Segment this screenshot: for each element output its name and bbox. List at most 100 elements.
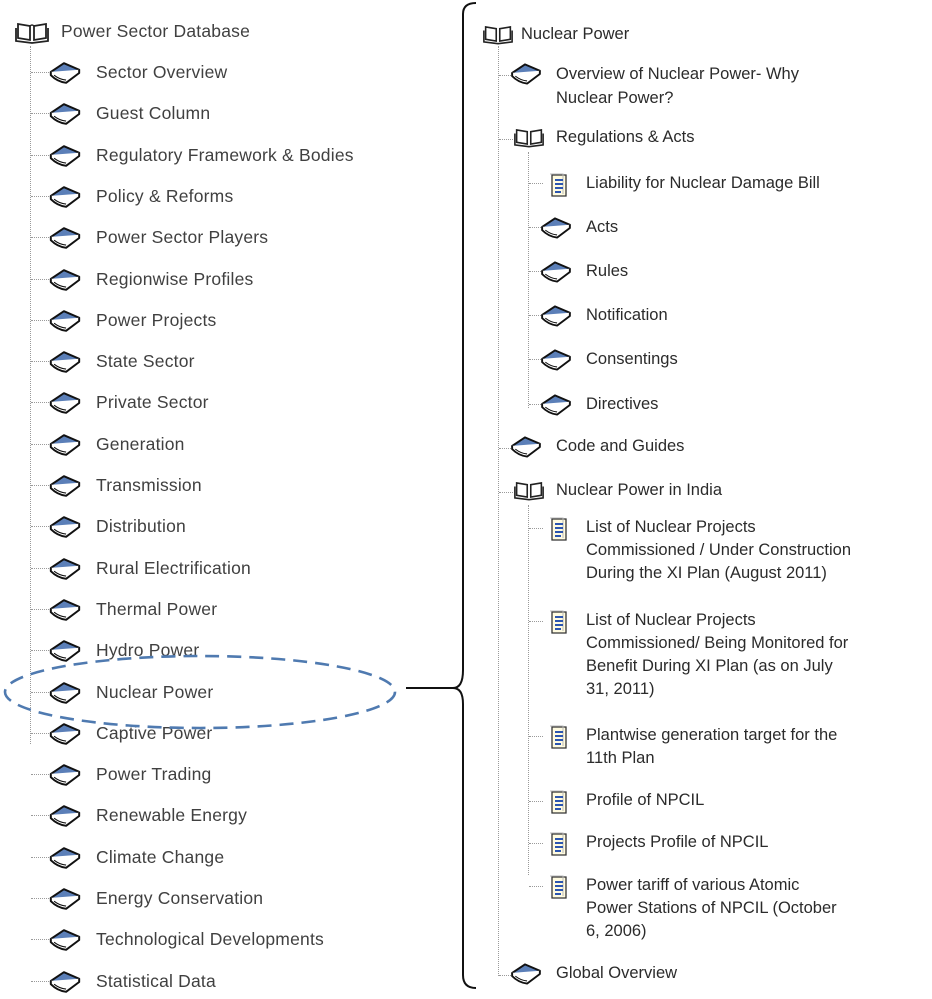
left-root-label: Power Sector Database (61, 21, 251, 41)
left-item-label: Power Projects (96, 309, 217, 330)
tree-connector-branch (529, 736, 543, 737)
left-item-label: Thermal Power (96, 598, 218, 619)
india-doc[interactable]: Profile of NPCIL (548, 789, 704, 820)
tree-connector-branch (499, 139, 513, 140)
india-doc[interactable]: List of Nuclear Projects Commissioned/ Be… (548, 609, 848, 701)
book-icon (48, 557, 82, 586)
left-item[interactable]: Rural Electrification (48, 557, 251, 586)
document-icon (548, 874, 570, 905)
highlight-ellipse (3, 654, 397, 730)
left-item[interactable]: Regionwise Profiles (48, 268, 253, 297)
left-item[interactable]: Power Trading (48, 763, 211, 792)
overview-item-line: Overview of Nuclear Power- Why (556, 65, 799, 83)
india-doc-text: Plantwise generation target for the 11th … (586, 724, 837, 770)
india-doc[interactable]: List of Nuclear Projects Commissioned / U… (548, 516, 851, 585)
left-item[interactable]: Distribution (48, 515, 186, 544)
left-item[interactable]: Guest Column (48, 102, 210, 131)
book-icon (510, 435, 542, 464)
regulation-item[interactable]: Acts (540, 216, 618, 245)
book-icon (510, 62, 542, 91)
india-doc[interactable]: Plantwise generation target for the 11th … (548, 724, 837, 770)
left-root[interactable]: Power Sector Database (15, 20, 250, 49)
regulation-item[interactable]: Rules (540, 260, 628, 289)
left-item[interactable]: State Sector (48, 350, 195, 379)
regulation-item[interactable]: Directives (540, 393, 658, 422)
left-item-label: Sector Overview (96, 62, 228, 82)
india-doc-line: Power Stations of NPCIL (October (586, 899, 837, 917)
india-connector (528, 505, 529, 875)
left-item[interactable]: Climate Change (48, 846, 224, 875)
left-item-label: Regionwise Profiles (96, 268, 254, 289)
document-icon (548, 789, 570, 820)
tree-connector-branch (31, 278, 49, 280)
code-guides-item[interactable]: Code and Guides (510, 435, 684, 464)
tree-connector-branch (529, 886, 543, 887)
india-doc-text: Profile of NPCIL (586, 789, 704, 812)
global-overview-item[interactable]: Global Overview (510, 962, 677, 991)
tree-connector-branch (529, 183, 543, 184)
regulation-item-label: Notification (586, 306, 668, 324)
india-doc-text: Projects Profile of NPCIL (586, 831, 768, 854)
book-icon (48, 350, 82, 379)
india-doc[interactable]: Power tariff of various Atomic Power Stat… (548, 874, 837, 943)
india-folder[interactable]: Nuclear Power in India (514, 479, 722, 506)
india-doc-line: Projects Profile of NPCIL (586, 833, 769, 851)
left-item[interactable]: Technological Developments (48, 928, 324, 957)
left-item[interactable]: Power Projects (48, 309, 216, 338)
left-item-label: Transmission (96, 475, 202, 495)
left-item[interactable]: Policy & Reforms (48, 185, 233, 214)
tree-connector-branch (31, 237, 49, 239)
left-item[interactable]: Private Sector (48, 391, 209, 420)
regulation-item-label: Liability for Nuclear Damage Bill (586, 174, 820, 192)
india-doc-line: Commissioned/ Being Monitored for (586, 634, 849, 652)
book-icon (48, 61, 82, 90)
book-icon (540, 393, 572, 422)
left-item[interactable]: Transmission (48, 474, 202, 503)
left-item-label: Distribution (96, 516, 186, 537)
left-item-label: Private Sector (96, 392, 209, 413)
book-icon (48, 887, 82, 916)
global-overview-item-label: Global Overview (556, 964, 678, 982)
india-doc-line: 31, 2011) (586, 680, 655, 698)
left-item[interactable]: Generation (48, 433, 185, 462)
right-root[interactable]: Nuclear Power (483, 23, 629, 50)
india-doc-line: Commissioned / Under Construction (586, 541, 852, 559)
regulation-item-label: Rules (586, 262, 629, 280)
india-doc-line: Benefit During XI Plan (as on July (586, 657, 833, 675)
tree-connector-branch (529, 843, 543, 844)
left-item[interactable]: Power Sector Players (48, 226, 268, 255)
india-doc[interactable]: Projects Profile of NPCIL (548, 831, 768, 862)
regulation-item[interactable]: Notification (540, 304, 668, 333)
left-item-label: Rural Electrification (96, 557, 251, 578)
book-icon (48, 144, 82, 173)
left-item[interactable]: Regulatory Framework & Bodies (48, 144, 354, 173)
india-doc-line: Power tariff of various Atomic (586, 876, 800, 894)
tree-connector-branch (31, 567, 49, 569)
india-doc-text: Power tariff of various Atomic Power Stat… (586, 874, 837, 943)
left-item-label: Generation (96, 433, 185, 454)
code-guides-item-label: Code and Guides (556, 437, 685, 455)
india-doc-line: 6, 2006) (586, 922, 647, 940)
india-doc-line: 11th Plan (586, 749, 655, 767)
left-item[interactable]: Renewable Energy (48, 804, 247, 833)
regulation-item[interactable]: Consentings (540, 348, 678, 377)
book-icon (48, 598, 82, 627)
regulations-folder[interactable]: Regulations & Acts (514, 126, 695, 153)
regulation-item-label: Consentings (586, 350, 678, 368)
left-item[interactable]: Thermal Power (48, 598, 217, 627)
left-item[interactable]: Sector Overview (48, 61, 227, 90)
book-icon (48, 515, 82, 544)
india-doc-line: During the XI Plan (August 2011) (586, 564, 827, 582)
india-doc-line: List of Nuclear Projects (586, 518, 756, 536)
tree-connector-branch (31, 856, 49, 858)
regulation-item[interactable]: Liability for Nuclear Damage Bill (548, 172, 820, 203)
overview-item[interactable]: Overview of Nuclear Power- Why Nuclear Po… (510, 62, 799, 110)
left-item-label: State Sector (96, 351, 195, 372)
india-folder-label: Nuclear Power in India (556, 481, 722, 499)
tree-connector-branch (31, 443, 49, 445)
book-icon (48, 268, 82, 297)
left-item[interactable]: Statistical Data (48, 970, 216, 999)
book-icon (48, 391, 82, 420)
left-item[interactable]: Energy Conservation (48, 887, 263, 916)
tree-connector-branch (31, 361, 49, 363)
